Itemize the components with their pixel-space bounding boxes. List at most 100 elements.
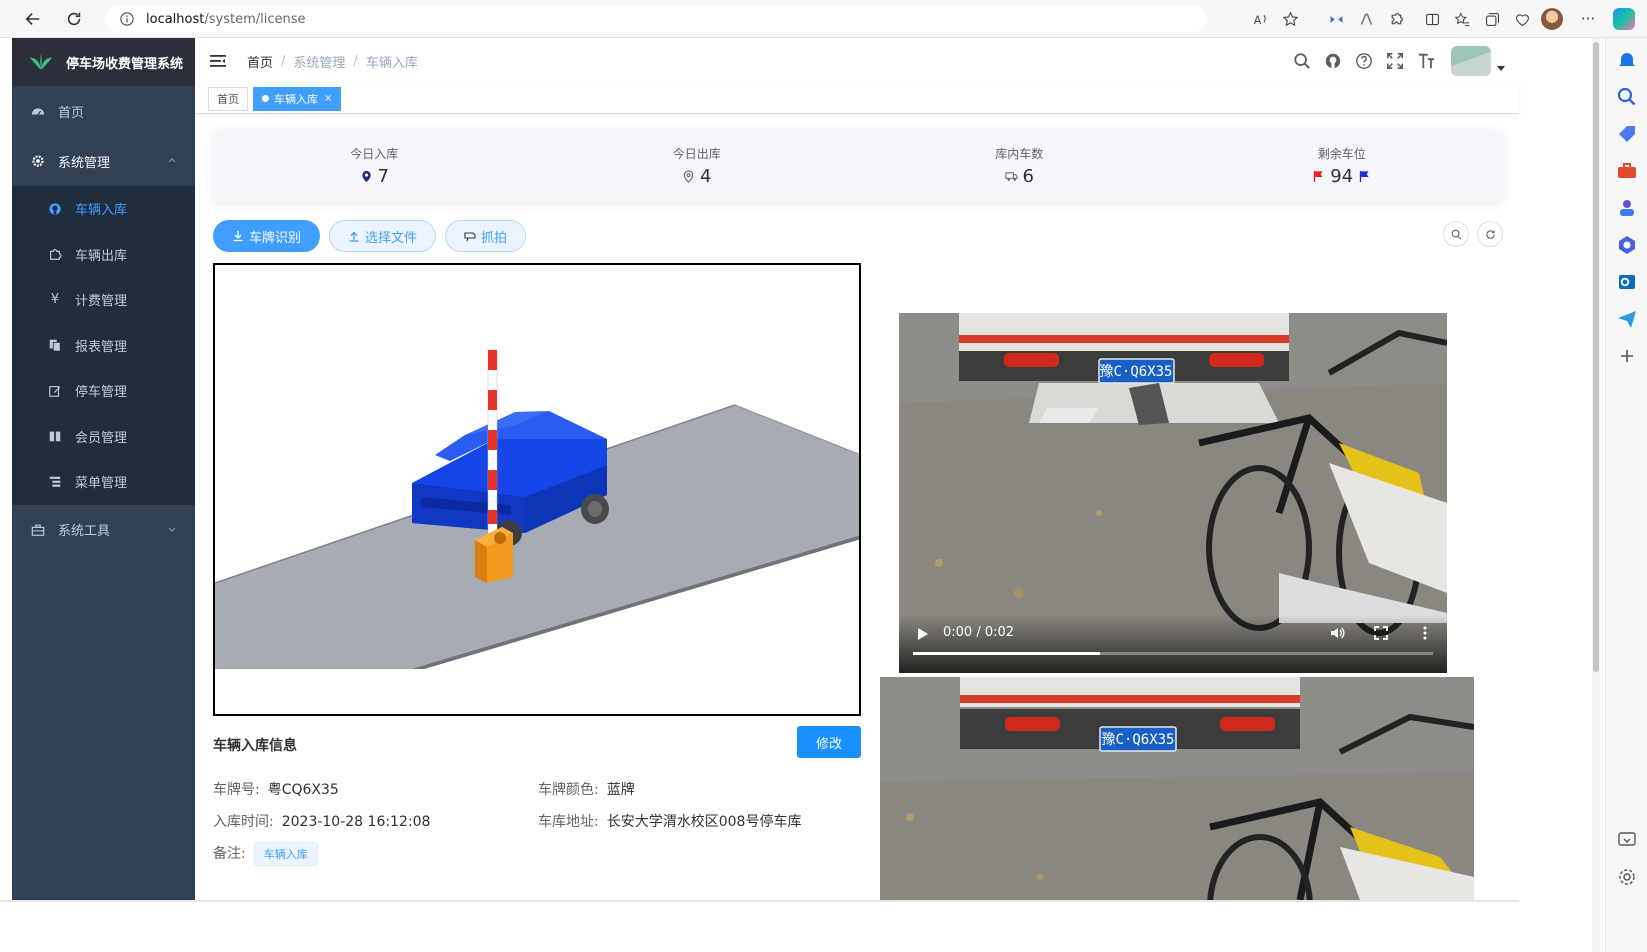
breadcrumb-system-management[interactable]: 系统管理 [293,52,345,71]
sidebar-item-vehicle-exit[interactable]: 车辆出库 [12,232,195,278]
tag-label: 车辆入库 [274,92,318,106]
send-icon[interactable] [1615,307,1639,331]
barrier-gate-scene [213,263,861,716]
collections-icon[interactable] [1477,4,1507,34]
hamburger-icon[interactable] [209,52,227,70]
video-progress-fill [913,652,1101,655]
avatar-caret-icon[interactable] [1497,65,1505,71]
entry-info-title: 车辆入库信息 [213,738,297,754]
copilot-icon[interactable] [1609,4,1639,34]
stat-today-out: 今日出库 4 [536,130,859,202]
sidebar-item-members[interactable]: 会员管理 [12,414,195,460]
more-menu-icon[interactable]: ··· [1573,4,1603,34]
system-management-submenu: 车辆入库 车辆出库 ¥ 计费管理 报表管理 停车管理 会员管理 菜单管理 [12,186,195,505]
sidebar-item-label: 系统管理 [58,155,111,171]
games-icon[interactable] [1615,196,1639,220]
breadcrumb-home[interactable]: 首页 [247,52,273,71]
tree-table-icon [48,475,62,489]
sidebar-item-home[interactable]: 首页 [12,86,195,136]
active-dot-icon [262,95,269,102]
refresh-icon [1485,229,1495,239]
outlook-icon[interactable] [1615,270,1639,294]
search-icon[interactable] [1286,46,1317,77]
plate-color-field: 车牌颜色: 蓝牌 [538,779,635,799]
sidebar-settings-icon[interactable] [1615,865,1639,889]
capture-button[interactable]: 抓拍 [445,220,527,252]
extensions-puzzle-icon[interactable] [1381,4,1411,34]
stat-value: 6 [1022,166,1034,187]
screenshot-tool-icon[interactable] [1615,828,1639,852]
select-file-button[interactable]: 选择文件 [329,220,437,252]
notification-bell-icon[interactable] [1615,48,1639,72]
entry-snapshot-image: 豫C·Q6X35 [880,677,1474,900]
site-info-icon[interactable] [120,12,134,26]
video-progress-track[interactable] [913,652,1433,655]
tag-home[interactable]: 首页 [208,86,248,111]
stat-value: 4 [700,166,712,187]
back-icon[interactable] [22,8,44,30]
favorite-star-icon[interactable] [1275,4,1305,34]
font-size-icon[interactable] [1410,46,1441,77]
shopping-tag-icon[interactable] [1615,122,1639,146]
favorites-icon[interactable] [1447,4,1477,34]
sidebar-item-parking[interactable]: 停车管理 [12,368,195,414]
snapshot-plate-text: 豫C·Q6X35 [1101,732,1174,748]
add-icon[interactable] [1615,344,1639,368]
field-label: 入库时间: [213,814,274,830]
sidebar-item-system-tools[interactable]: 系统工具 [12,505,195,555]
volume-icon[interactable] [1329,625,1345,641]
split-screen-icon[interactable] [1417,4,1447,34]
blue-flag-icon [1360,170,1369,183]
sidebar-item-reports[interactable]: 报表管理 [12,323,195,369]
video-more-icon[interactable] [1417,625,1433,641]
refresh-button[interactable] [1477,221,1503,247]
microsoft-365-icon[interactable] [1615,233,1639,257]
sidebar-item-billing[interactable]: ¥ 计费管理 [12,277,195,323]
page-scrollbar[interactable] [1592,38,1600,952]
plate-number-value: 粤CQ6X35 [267,782,339,798]
location-pin-icon [361,170,371,183]
search-icon [1451,229,1461,239]
button-label: 抓拍 [481,230,508,246]
search-toggle-button[interactable] [1443,221,1469,247]
entry-time-value: 2023-10-28 16:12:08 [281,814,431,830]
plate-color-value: 蓝牌 [606,782,635,798]
play-icon[interactable] [915,627,929,641]
profile-avatar[interactable] [1537,4,1567,34]
read-aloud-icon[interactable]: A [1245,4,1275,34]
app-logo[interactable]: 停车场收费管理系统 [12,38,195,86]
stats-panel: 今日入库 7 今日出库 4 库内车数 6 剩余车位 94 [213,130,1503,202]
sidebar-item-vehicle-entry[interactable]: 车辆入库 [12,186,195,232]
extension-a-icon[interactable] [1351,4,1381,34]
address-bar[interactable]: localhost/system/license [106,6,1206,32]
sidebar-item-label: 报表管理 [75,339,128,355]
tag-vehicle-entry[interactable]: 车辆入库 × [253,86,342,111]
fullscreen-video-icon[interactable] [1373,625,1389,641]
github-source-icon[interactable] [1317,46,1348,77]
entry-video-player[interactable]: 豫C·Q6X35 0:00 / 0:02 [899,313,1447,673]
close-icon[interactable]: × [324,93,332,104]
fullscreen-icon[interactable] [1379,46,1410,77]
user-avatar[interactable] [1451,46,1491,76]
browser-essentials-icon[interactable] [1507,4,1537,34]
tools-briefcase-icon[interactable] [1615,159,1639,183]
field-label: 车库地址: [538,814,599,830]
plate-recognition-button[interactable]: 车牌识别 [213,220,321,252]
edit-button[interactable]: 修改 [797,726,861,758]
sidebar-item-system-management[interactable]: 系统管理 [12,136,195,186]
puzzle-icon [48,247,62,261]
stat-label: 库内车数 [995,147,1044,161]
remark-tag: 车辆入库 [253,842,318,866]
sidebar-item-label: 首页 [58,105,85,121]
sidebar-item-label: 车辆入库 [75,203,128,219]
garage-address-field: 车库地址: 长安大学渭水校区008号停车库 [538,811,801,831]
extension-blue-icon[interactable] [1321,4,1351,34]
sidebar-item-menus[interactable]: 菜单管理 [12,459,195,505]
stat-value: 94 [1330,166,1354,187]
sidebar-item-label: 计费管理 [75,294,128,310]
sidebar-search-icon[interactable] [1615,85,1639,109]
reload-icon[interactable] [63,8,85,30]
book-icon [48,429,62,443]
help-question-icon[interactable] [1348,46,1379,77]
stat-cars-inside: 库内车数 6 [858,130,1181,202]
